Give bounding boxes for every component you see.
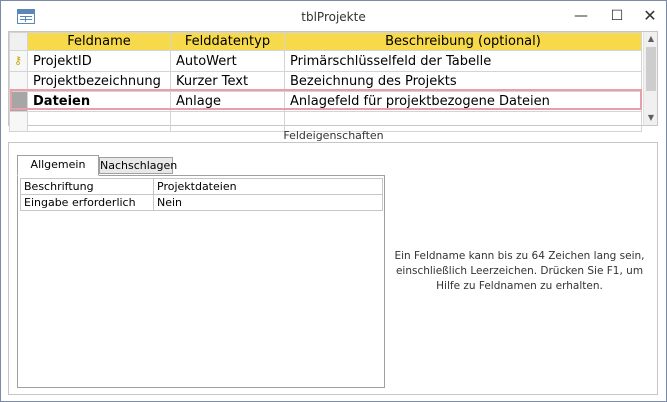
property-value-field[interactable]: Nein xyxy=(153,194,383,211)
field-description-cell[interactable]: Primärschlüsselfeld der Tabelle xyxy=(284,50,642,72)
field-properties-title: Feldeigenschaften xyxy=(283,129,384,142)
property-row[interactable]: Beschriftung Projektdateien xyxy=(20,178,383,195)
tab-allgemein[interactable]: Allgemein xyxy=(17,155,99,176)
field-description-cell[interactable]: Anlagefeld für projektbezogene Dateien xyxy=(284,91,642,112)
field-name-cell[interactable]: Projektbezeichnung xyxy=(27,71,171,92)
field-name-cell[interactable]: ProjektID xyxy=(27,50,171,72)
scroll-up-arrow-icon[interactable]: ▲ xyxy=(644,32,658,46)
maximize-button[interactable]: ☐ xyxy=(602,5,632,27)
primary-key-icon: ⚷ xyxy=(13,54,23,67)
property-row[interactable]: Eingabe erforderlich Nein xyxy=(20,194,383,211)
grid-corner[interactable] xyxy=(9,32,28,51)
field-type-cell[interactable]: Anlage xyxy=(170,91,285,112)
table-design-window: tblProjekte — ☐ ✕ Feldname Felddatentyp … xyxy=(0,0,667,402)
field-description-cell[interactable]: Bezeichnung des Projekts xyxy=(284,71,642,92)
help-text: Ein Feldname kann bis zu 64 Zeichen lang… xyxy=(394,250,645,292)
property-label: Beschriftung xyxy=(20,178,154,195)
field-type-cell[interactable]: Kurzer Text xyxy=(170,71,285,92)
column-header-felddatentyp[interactable]: Felddatentyp xyxy=(170,32,285,51)
field-name-cell[interactable]: Dateien xyxy=(27,91,171,112)
field-row[interactable]: ⚷ ProjektID AutoWert Primärschlüsselfeld… xyxy=(9,50,642,72)
title-bar: tblProjekte — ☐ ✕ xyxy=(1,1,666,33)
property-label: Eingabe erforderlich xyxy=(20,194,154,211)
tab-nachschlagen[interactable]: Nachschlagen xyxy=(99,157,177,174)
minimize-button[interactable]: — xyxy=(566,5,596,27)
field-row-selected[interactable]: Dateien Anlage Anlagefeld für projektbez… xyxy=(9,91,642,112)
properties-tab-panel: Beschriftung Projektdateien Eingabe erfo… xyxy=(17,175,385,388)
field-type-cell[interactable]: AutoWert xyxy=(170,50,285,72)
field-row[interactable]: Projektbezeichnung Kurzer Text Bezeichnu… xyxy=(9,71,642,92)
row-selector-selected[interactable] xyxy=(9,91,28,112)
property-value-field[interactable]: Projektdateien xyxy=(153,178,383,195)
scrollbar-thumb[interactable] xyxy=(646,47,656,91)
grid-vertical-scrollbar[interactable]: ▲ ▼ xyxy=(643,32,657,125)
column-header-beschreibung[interactable]: Beschreibung (optional) xyxy=(284,32,642,51)
column-header-feldname[interactable]: Feldname xyxy=(27,32,171,51)
scroll-down-arrow-icon[interactable]: ▼ xyxy=(644,111,658,125)
row-selector[interactable] xyxy=(9,71,28,92)
row-selector[interactable]: ⚷ xyxy=(9,50,28,72)
close-button[interactable]: ✕ xyxy=(635,5,665,27)
grid-header-row: Feldname Felddatentyp Beschreibung (opti… xyxy=(9,32,642,51)
field-design-grid: Feldname Felddatentyp Beschreibung (opti… xyxy=(8,31,658,132)
field-properties-area: Allgemein Nachschlagen Beschriftung Proj… xyxy=(8,142,658,395)
